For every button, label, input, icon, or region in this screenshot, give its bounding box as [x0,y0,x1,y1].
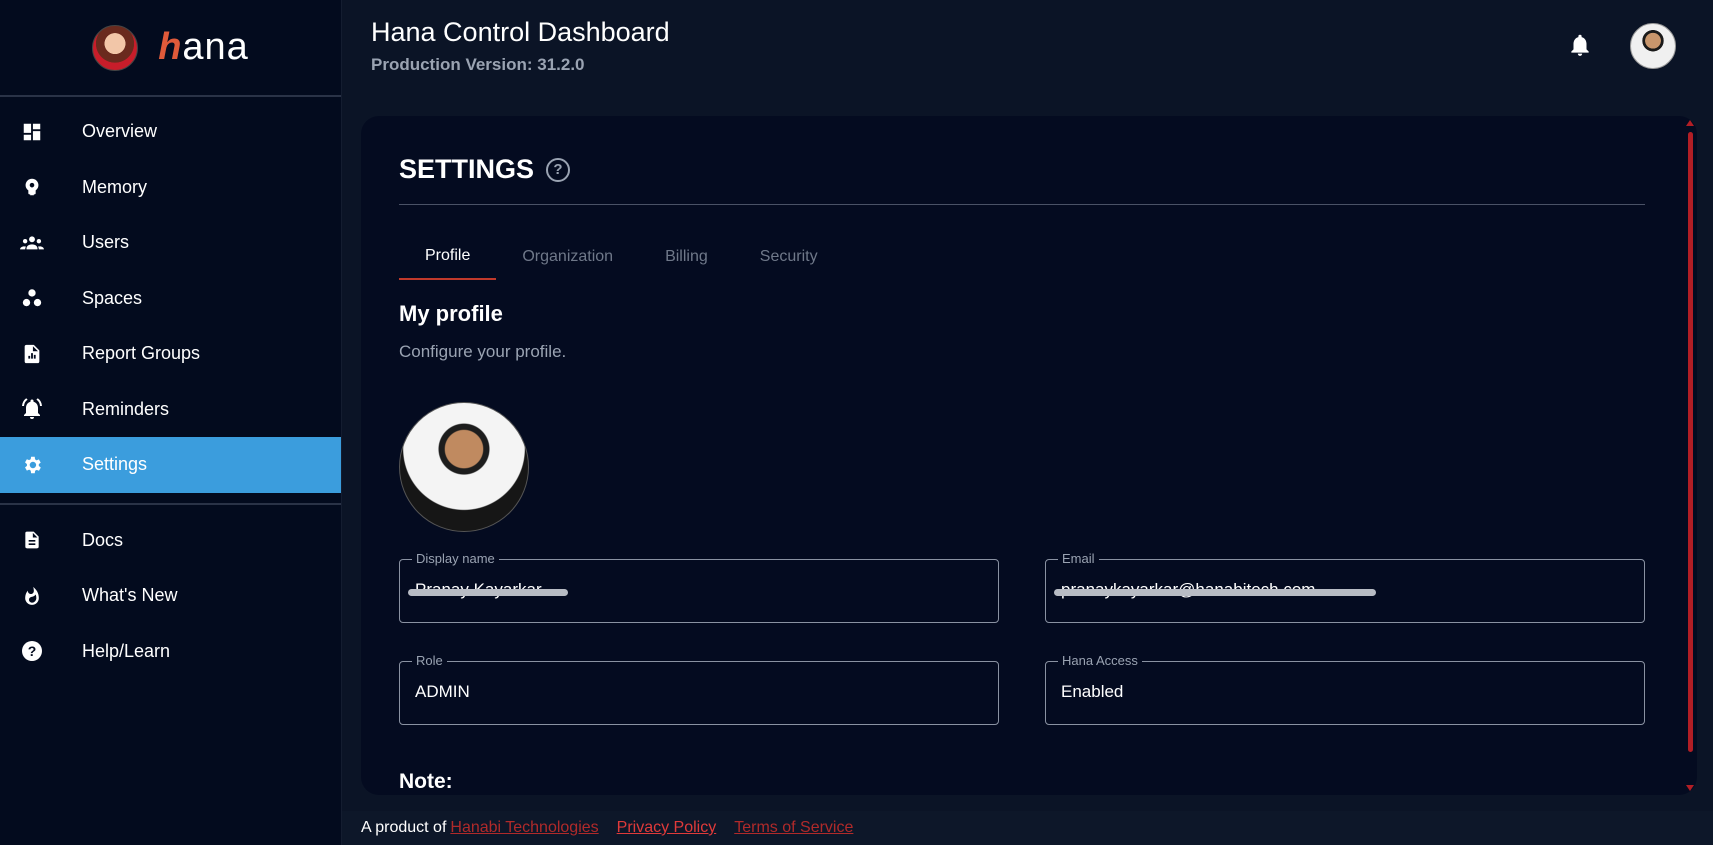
sidebar-item-help-learn[interactable]: ? Help/Learn [0,624,341,680]
version-label: Production Version: 31.2.0 [371,55,585,74]
section-title: My profile [399,301,503,326]
tab-profile[interactable]: Profile [399,234,497,280]
display-name-field[interactable]: Display name Pranay Kayarkar [399,551,999,623]
user-avatar[interactable] [1630,23,1676,69]
role-value: ADMIN [415,682,470,701]
field-label: Display name [412,551,499,566]
dashboard-icon [20,120,44,144]
sidebar-item-report-groups[interactable]: Report Groups [0,326,341,382]
settings-heading: SETTINGS ? [399,154,571,185]
primary-nav: Overview Memory Users Spaces Report Grou… [0,97,341,493]
hana-access-value: Enabled [1061,682,1124,701]
alarm-icon [20,397,44,421]
tab-organization[interactable]: Organization [496,234,639,280]
redaction-bar [1054,589,1376,596]
settings-tabs: Profile Organization Billing Security [399,234,844,280]
bell-icon[interactable] [1567,32,1593,58]
flame-icon [20,584,44,608]
document-icon [20,528,44,552]
svg-text:?: ? [28,643,37,659]
sidebar-item-label: Help/Learn [82,640,171,661]
sidebar-item-spaces[interactable]: Spaces [0,271,341,327]
sidebar-item-reminders[interactable]: Reminders [0,382,341,438]
sidebar-logo[interactable]: h ana [0,0,341,97]
privacy-policy-link[interactable]: Privacy Policy [617,819,717,837]
sidebar-item-docs[interactable]: Docs [0,513,341,569]
question-circle-icon[interactable]: ? [546,157,571,182]
email-field[interactable]: Email pranaykayarkar@hanabitech.com [1045,551,1645,623]
brain-icon [20,175,44,199]
header: Hana Control Dashboard Production Versio… [342,0,1713,97]
sidebar-item-label: Users [82,232,130,253]
settings-card: SETTINGS ? Profile Organization Billing … [361,116,1697,795]
sidebar-item-label: Report Groups [82,343,201,364]
footer-prefix: A product of [361,819,447,836]
settings-title: SETTINGS [399,154,535,184]
page-title: Hana Control Dashboard [371,17,670,47]
sidebar: h ana Overview Memory Users Spaces Repor… [0,0,342,845]
note-label: Note: [399,770,453,793]
tab-security[interactable]: Security [734,234,844,280]
users-icon [20,231,44,255]
hana-access-field[interactable]: Hana Access Enabled [1045,653,1645,725]
redaction-bar [408,589,568,596]
brand-avatar [92,24,139,71]
scrollbar[interactable] [1688,132,1693,752]
sidebar-item-settings[interactable]: Settings [0,437,341,493]
spaces-icon [20,286,44,310]
report-icon [20,342,44,366]
gear-icon [20,453,44,477]
scroll-down-arrow[interactable] [1686,785,1694,791]
sidebar-item-label: Docs [82,529,124,550]
sidebar-item-label: Memory [82,176,148,197]
sidebar-item-whats-new[interactable]: What's New [0,568,341,624]
brand-wordmark: h ana [158,26,249,68]
secondary-nav: Docs What's New ? Help/Learn [0,513,341,680]
sidebar-divider [0,502,341,505]
role-field[interactable]: Role ADMIN [399,653,999,725]
field-label: Email [1058,551,1099,566]
sidebar-item-label: Settings [82,454,148,475]
sidebar-item-label: Spaces [82,287,143,308]
profile-photo[interactable] [399,402,529,532]
field-label: Hana Access [1058,653,1142,668]
section-subtitle: Configure your profile. [399,342,567,361]
tab-billing[interactable]: Billing [639,234,734,280]
sidebar-item-users[interactable]: Users [0,215,341,271]
help-icon: ? [20,639,44,663]
field-label: Role [412,653,447,668]
sidebar-item-label: Reminders [82,398,170,419]
company-link[interactable]: Hanabi Technologies [450,819,598,837]
footer: A product of Hanabi Technologies Privacy… [342,811,1713,845]
terms-of-service-link[interactable]: Terms of Service [734,819,853,837]
title-divider [399,204,1645,205]
sidebar-item-label: What's New [82,585,178,606]
sidebar-item-label: Overview [82,121,158,142]
scroll-up-arrow[interactable] [1686,120,1694,126]
sidebar-item-overview[interactable]: Overview [0,104,341,160]
sidebar-item-memory[interactable]: Memory [0,160,341,216]
